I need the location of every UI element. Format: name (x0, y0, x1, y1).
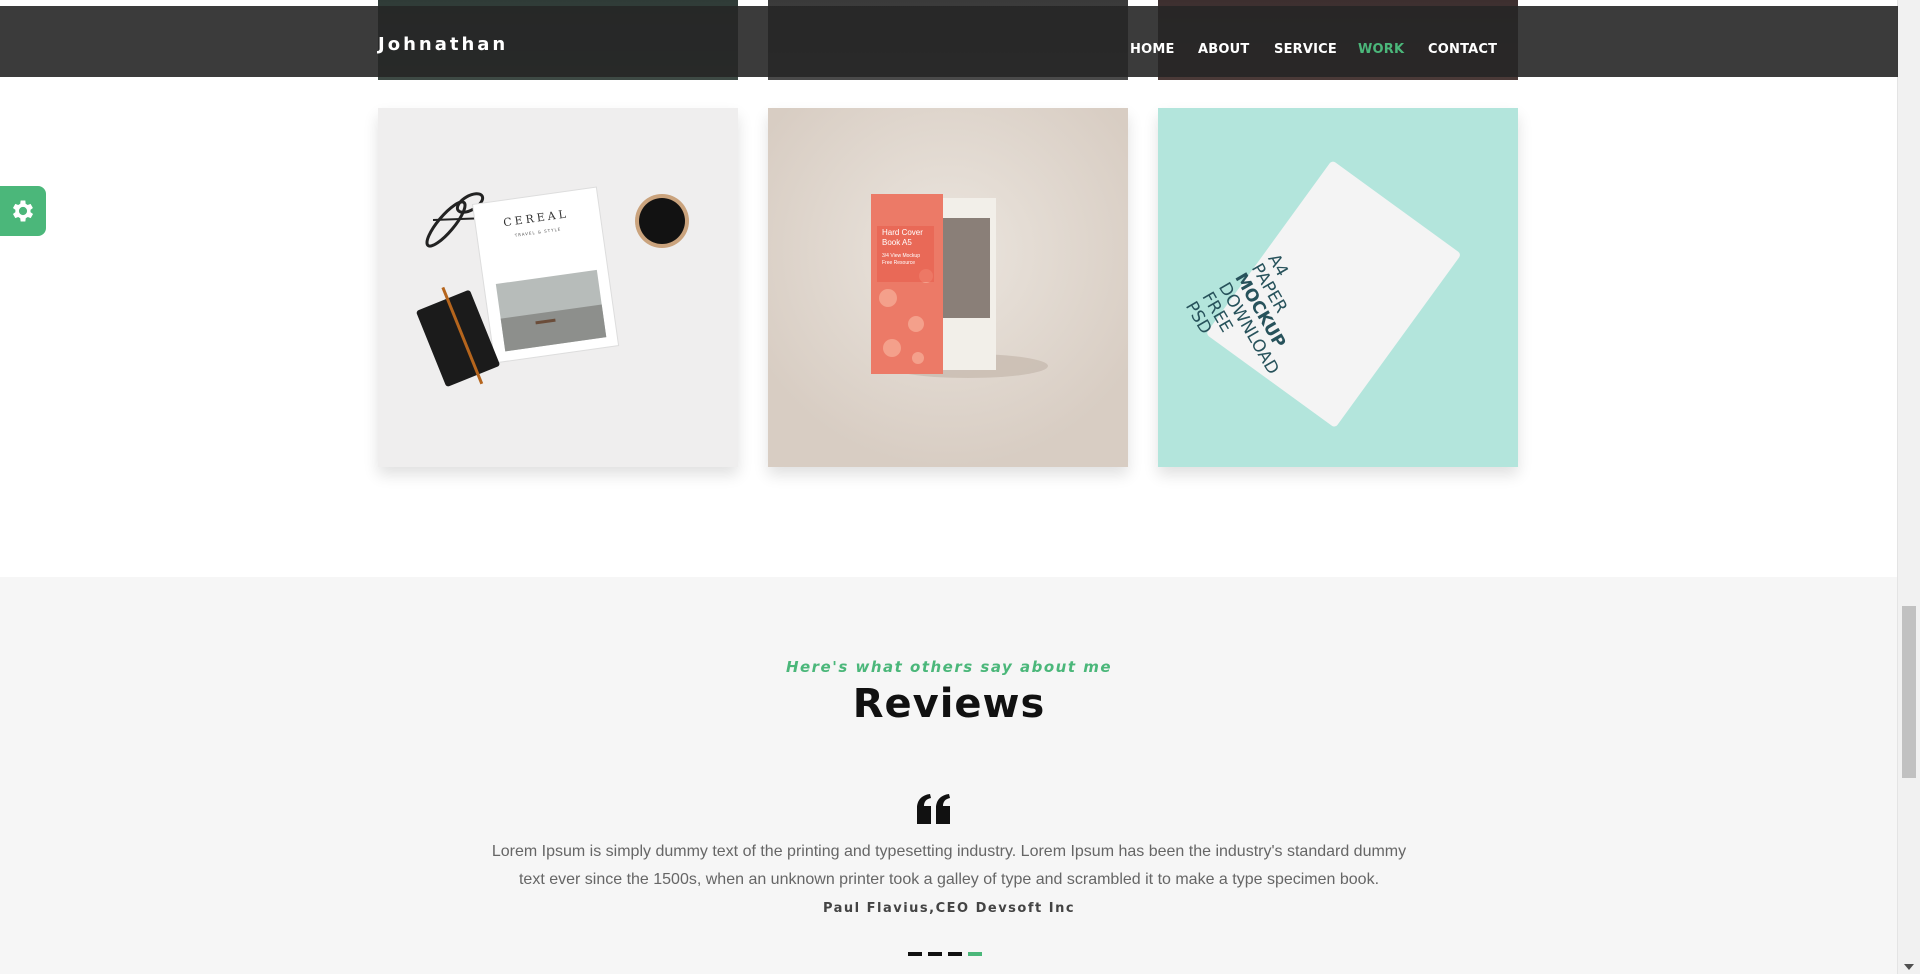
slider-dots (908, 952, 982, 956)
scroll-down-arrow-icon[interactable] (1904, 964, 1914, 970)
settings-toggle[interactable] (0, 186, 46, 236)
portfolio-tile-cereal[interactable]: CEREAL TRAVEL & STYLE (378, 108, 738, 467)
book-mockup-image: Hard Cover Book A5 3/4 View Mockup Free … (768, 108, 1128, 467)
review-quote: Lorem Ipsum is simply dummy text of the … (491, 843, 1407, 888)
cereal-mockup-image: CEREAL TRAVEL & STYLE (378, 108, 738, 467)
nav-contact[interactable]: CONTACT (1428, 42, 1497, 57)
slider-dot-4[interactable] (968, 952, 982, 956)
portfolio-tile-book[interactable]: Hard Cover Book A5 3/4 View Mockup Free … (768, 108, 1128, 467)
nav-service[interactable]: SERVICE (1274, 42, 1337, 57)
nav-work[interactable]: WORK (1358, 42, 1404, 57)
page-scrollbar[interactable] (1897, 0, 1920, 974)
navbar: Johnathan HOME ABOUT SERVICE WORK CONTAC… (0, 6, 1898, 77)
portfolio-tile-a4-paper[interactable]: A4 PAPER MOCKUP DOWNLOAD FREE PSD (1158, 108, 1518, 467)
brand-logo[interactable]: Johnathan (378, 34, 508, 55)
slider-dot-2[interactable] (928, 952, 942, 956)
book-line-2: Book A5 (882, 238, 912, 247)
nav-about[interactable]: ABOUT (1198, 42, 1249, 57)
quote-left-icon (917, 794, 950, 824)
book-line-3: 3/4 View Mockup (882, 253, 920, 259)
book-line-4: Free Resource (882, 260, 915, 266)
book-line-1: Hard Cover (882, 228, 923, 237)
review-author: Paul Flavius,CEO Devsoft Inc (822, 901, 1076, 916)
paper-mockup-image: A4 PAPER MOCKUP DOWNLOAD FREE PSD (1158, 108, 1518, 467)
slider-dot-3[interactable] (948, 952, 962, 956)
reviews-section: Here's what others say about me Reviews … (0, 577, 1898, 974)
slider-dot-1[interactable] (908, 952, 922, 956)
reviews-title: Reviews (852, 681, 1046, 727)
reviews-subtitle: Here's what others say about me (785, 658, 1113, 676)
scrollbar-thumb[interactable] (1902, 606, 1916, 778)
nav-home[interactable]: HOME (1130, 42, 1175, 57)
gear-icon (12, 200, 34, 222)
